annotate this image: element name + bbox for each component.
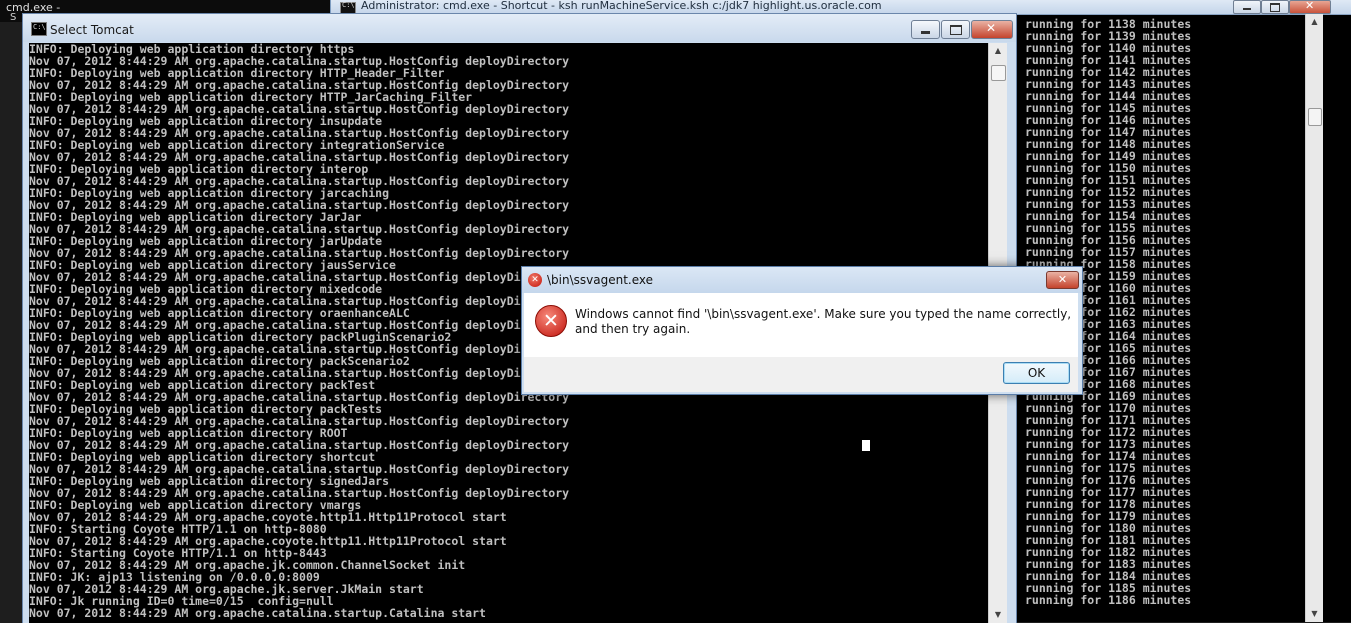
maximize-button[interactable] [1261, 0, 1289, 14]
dialog-title: \bin\ssvagent.exe [547, 273, 654, 287]
dialog-close-button[interactable]: ✕ [1046, 271, 1079, 289]
scroll-up-arrow-icon[interactable]: ▲ [1306, 14, 1323, 30]
scroll-down-arrow-icon[interactable]: ▼ [989, 607, 1007, 623]
window-title: Select Tomcat [50, 23, 134, 37]
close-button[interactable] [1289, 0, 1331, 14]
ok-button[interactable]: OK [1003, 362, 1070, 384]
text-cursor [862, 440, 870, 451]
cmd-console-icon [31, 22, 47, 36]
error-icon: ✕ [535, 305, 567, 337]
scroll-down-arrow-icon[interactable]: ▼ [1306, 606, 1323, 622]
maximize-button[interactable] [941, 20, 970, 39]
minimize-button[interactable] [1233, 0, 1261, 14]
error-dialog[interactable]: ✕ \bin\ssvagent.exe ✕ ✕ Windows cannot f… [521, 266, 1083, 395]
minimize-button[interactable] [911, 20, 940, 39]
error-icon: ✕ [528, 273, 542, 287]
scroll-up-arrow-icon[interactable]: ▲ [989, 43, 1007, 59]
background-window-fragment: S [10, 12, 17, 23]
vertical-scrollbar[interactable]: ▲ ▼ [1305, 14, 1323, 622]
console-line: running for 1186 minutes [1025, 593, 1192, 607]
window-title: Administrator: cmd.exe - Shortcut - ksh … [361, 0, 882, 12]
title-bar[interactable]: Select Tomcat [23, 14, 1016, 42]
error-message: Windows cannot find '\bin\ssvagent.exe'.… [575, 307, 1072, 336]
scrollbar-thumb[interactable] [991, 65, 1006, 81]
dialog-title-bar[interactable]: ✕ \bin\ssvagent.exe ✕ [522, 267, 1082, 293]
close-button[interactable] [971, 20, 1013, 39]
dialog-footer: OK [524, 357, 1078, 392]
scrollbar-thumb[interactable] [1308, 108, 1322, 126]
console-output: INFO: Deploying web application director… [29, 43, 569, 619]
dialog-body: ✕ Windows cannot find '\bin\ssvagent.exe… [524, 293, 1078, 357]
console-line: Nov 07, 2012 8:44:29 AM org.apache.catal… [29, 606, 486, 620]
